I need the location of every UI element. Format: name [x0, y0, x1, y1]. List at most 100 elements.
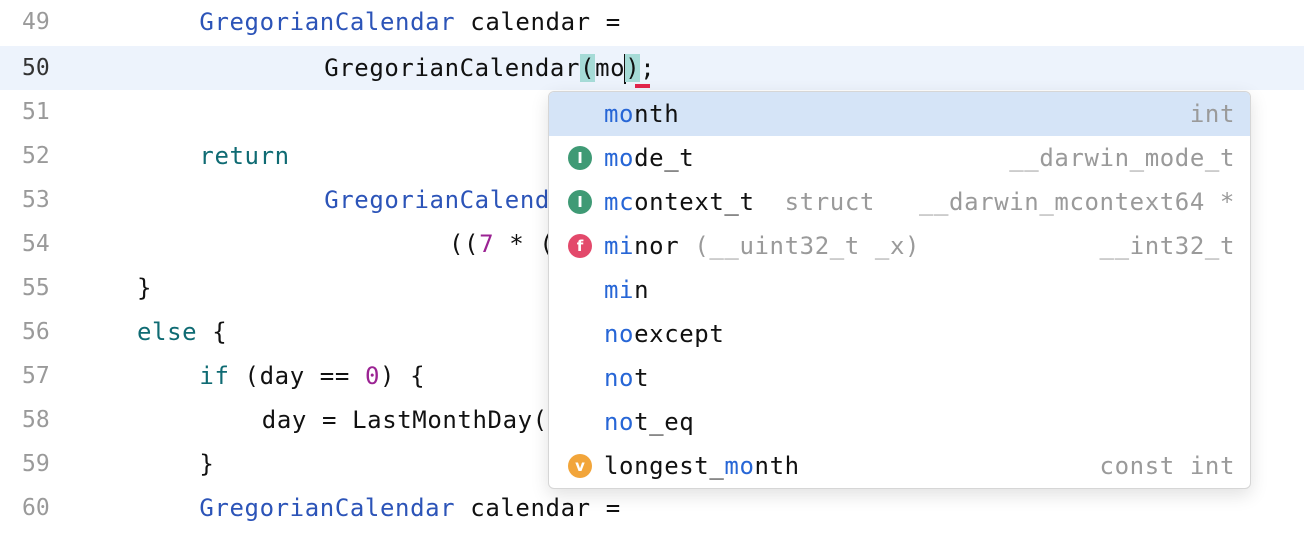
name-part: t_eq	[634, 408, 695, 436]
keyword-token: if	[199, 362, 230, 390]
completion-item[interactable]: min	[549, 268, 1250, 312]
code-line[interactable]: 49 GregorianCalendar calendar =	[0, 0, 1304, 44]
name-part: n	[634, 276, 650, 304]
line-number: 55	[22, 275, 50, 301]
code-token: (day	[229, 362, 320, 390]
code-text: GregorianCalendar calendar =	[199, 0, 620, 44]
line-number: 58	[22, 407, 50, 433]
name-part: nth	[634, 100, 680, 128]
name-part: except	[634, 320, 725, 348]
function-icon: f	[568, 234, 592, 258]
line-number: 60	[22, 495, 50, 521]
code-token: GregorianCalendar	[324, 54, 581, 82]
code-token: ) {	[380, 362, 426, 390]
completion-name: longest_month	[604, 444, 800, 488]
match-highlight: no	[604, 364, 635, 392]
name-part: longest_	[604, 452, 725, 480]
completion-name: min	[604, 268, 649, 312]
keyword-token: return	[199, 142, 290, 170]
name-part: nor	[634, 232, 680, 260]
code-token: }	[137, 274, 153, 302]
code-text: }	[199, 442, 214, 486]
code-text: GregorianCalendar	[324, 178, 580, 222]
number-token: 7	[479, 230, 495, 258]
line-number: 53	[22, 187, 50, 213]
completion-type: __darwin_mode_t	[1009, 144, 1235, 172]
name-part: de_t	[634, 144, 695, 172]
match-highlight: mi	[604, 232, 635, 260]
code-line[interactable]: 60 GregorianCalendar calendar =	[0, 486, 1304, 530]
keyword-token: else	[137, 318, 198, 346]
line-number: 50	[22, 55, 50, 81]
match-highlight: no	[604, 408, 635, 436]
line-number: 54	[22, 231, 50, 257]
code-text: GregorianCalendar calendar =	[199, 486, 620, 530]
code-token: {	[197, 318, 228, 346]
completion-signature: (__uint32_t _x)	[679, 232, 921, 260]
matched-paren: )	[625, 54, 641, 82]
code-text: else {	[137, 310, 227, 354]
interface-icon: I	[568, 146, 592, 170]
code-token: ((	[449, 230, 480, 258]
completion-name: noexcept	[604, 312, 724, 356]
name-part: nth	[754, 452, 800, 480]
code-token: ;	[640, 54, 656, 82]
code-token: ==	[319, 362, 350, 390]
code-text: if (day == 0) {	[199, 354, 425, 398]
code-token: day = LastMonthDay(	[261, 406, 548, 434]
completion-type: __darwin_mcontext64 *	[918, 188, 1235, 216]
line-number: 59	[22, 451, 50, 477]
completion-item[interactable]: month int	[549, 92, 1250, 136]
code-token: calendar =	[455, 494, 621, 522]
completion-name: not_eq	[604, 400, 694, 444]
error-underline	[635, 84, 650, 88]
completion-name: not	[604, 356, 649, 400]
line-number: 57	[22, 363, 50, 389]
completion-item[interactable]: Imcontext_t struct __darwin_mcontext64 *	[549, 180, 1250, 224]
line-number: 51	[22, 99, 50, 125]
name-part: t	[634, 364, 650, 392]
code-text: day = LastMonthDay(	[262, 398, 548, 442]
match-highlight: mo	[724, 452, 755, 480]
number-token: 0	[364, 362, 381, 390]
completion-name: month	[604, 92, 679, 136]
completion-type: const int	[1099, 452, 1235, 480]
code-token: * (	[494, 230, 555, 258]
code-token: }	[199, 450, 215, 478]
code-token: calendar =	[455, 8, 621, 36]
code-text: GregorianCalendar(mo);	[324, 46, 655, 90]
completion-item[interactable]: f minor (__uint32_t _x) __int32_t	[549, 224, 1250, 268]
matched-paren: (	[580, 54, 596, 82]
completion-type: int	[1189, 100, 1235, 128]
type-token: GregorianCalendar	[199, 494, 456, 522]
completion-name: minor (__uint32_t _x)	[604, 224, 920, 268]
line-number: 52	[22, 143, 50, 169]
match-highlight: mo	[604, 144, 635, 172]
completion-name: mcontext_t struct	[604, 180, 875, 224]
match-highlight: c	[619, 188, 635, 216]
completion-item[interactable]: not	[549, 356, 1250, 400]
type-token: GregorianCalendar	[324, 186, 581, 214]
completion-name: mode_t	[604, 136, 694, 180]
code-line[interactable]: 50 GregorianCalendar(mo);	[0, 46, 1304, 90]
line-number: 49	[22, 9, 50, 35]
match-highlight: m	[604, 188, 620, 216]
completion-item[interactable]: v longest_month const int	[549, 444, 1250, 488]
completion-popup[interactable]: month int Imode_t __darwin_mode_t Imcontext_…	[548, 91, 1251, 489]
name-part: ontext_t	[634, 188, 755, 216]
interface-icon: I	[568, 190, 592, 214]
line-number: 56	[22, 319, 50, 345]
match-highlight: mo	[604, 100, 635, 128]
completion-signature: struct	[754, 188, 875, 216]
completion-item[interactable]: not_eq	[549, 400, 1250, 444]
code-token: mo	[595, 54, 626, 82]
match-highlight: mi	[604, 276, 635, 304]
completion-item[interactable]: noexcept	[549, 312, 1250, 356]
completion-type: __int32_t	[1099, 232, 1235, 260]
code-text: }	[137, 266, 152, 310]
type-token: GregorianCalendar	[199, 8, 456, 36]
completion-item[interactable]: Imode_t __darwin_mode_t	[549, 136, 1250, 180]
code-text: return	[199, 134, 289, 178]
variable-icon: v	[568, 454, 592, 478]
